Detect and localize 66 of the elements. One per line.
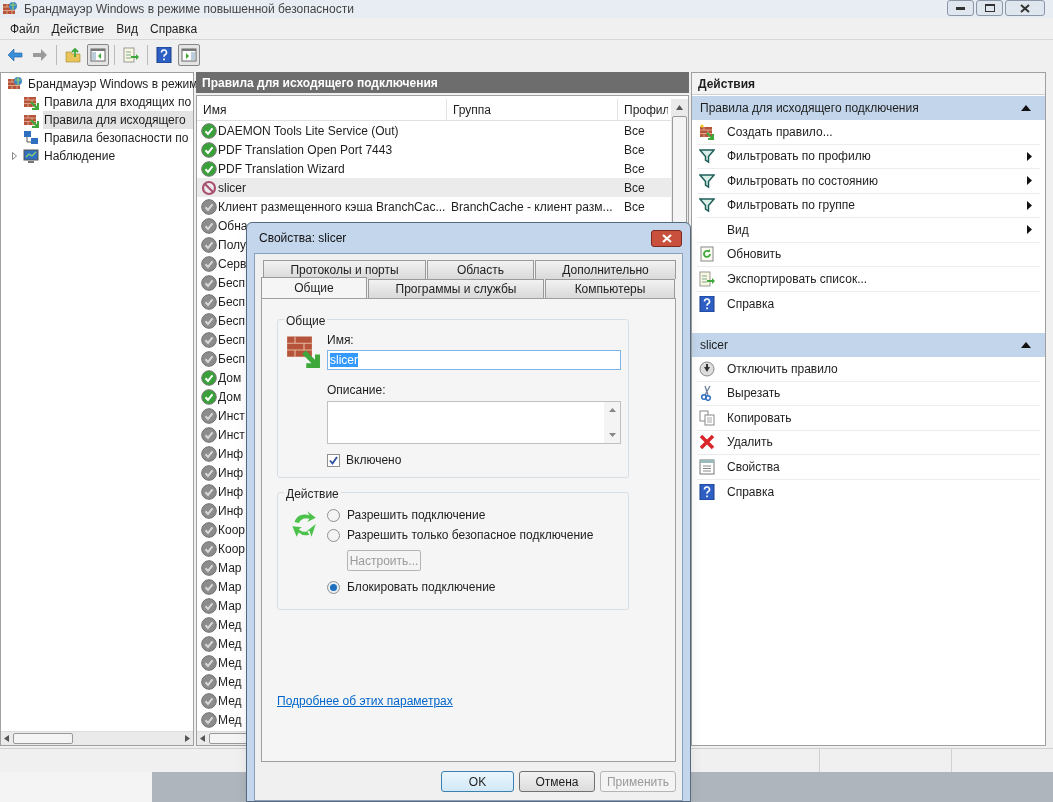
table-cell-text: PDF Translation Open Port 7443 xyxy=(218,141,393,159)
table-cell-text: Бесп xyxy=(218,350,246,368)
section-title: slicer xyxy=(700,337,728,354)
action-label: Отключить правило xyxy=(727,360,838,378)
action-label: Справка xyxy=(727,295,775,313)
radio-label: Разрешить подключение xyxy=(347,507,486,524)
action-label: Обновить xyxy=(727,246,782,264)
table-cell-text: Коор xyxy=(218,540,245,558)
action-label: Вид xyxy=(727,221,749,239)
table-cell-text: Бесп xyxy=(218,312,246,330)
panel-header: Правила для исходящего подключения xyxy=(196,72,689,93)
table-cell-text: PDF Translation Wizard xyxy=(218,160,345,178)
table-cell: Все xyxy=(624,123,645,138)
table-cell: Все xyxy=(624,180,645,195)
table-cell-text: Мар xyxy=(218,559,242,577)
field-label: Имя: xyxy=(327,332,355,349)
action-label: Удалить xyxy=(727,434,773,452)
table-cell: Все xyxy=(624,161,645,176)
table-cell-text: Дом xyxy=(218,369,242,387)
table-cell-text: Мар xyxy=(218,578,242,596)
table-cell-text: Серв xyxy=(218,255,247,273)
action-label: Вырезать xyxy=(727,385,781,403)
table-cell-text: Бесп xyxy=(218,331,246,349)
table-cell-text: Инф xyxy=(218,464,244,482)
radio-label: Блокировать подключение xyxy=(347,579,496,596)
table-cell: Все xyxy=(624,199,645,214)
table-cell-text: Мед xyxy=(218,616,242,634)
action-label: Справка xyxy=(727,483,775,501)
table-cell-text: Инст xyxy=(218,426,245,444)
window-title: Брандмауэр Windows в режиме повышенной безопасности xyxy=(24,1,354,18)
section-title: Правила для исходящего подключения xyxy=(700,100,919,117)
checkbox-label: Включено xyxy=(346,452,402,469)
table-cell-text: Мед xyxy=(218,673,242,691)
table-cell-text: slicer xyxy=(218,179,246,197)
group-label: Действие xyxy=(284,485,341,503)
action-label: Фильтровать по группе xyxy=(727,197,855,215)
action-label: Создать правило... xyxy=(727,123,833,141)
action-label: Экспортировать список... xyxy=(727,270,868,288)
action-label: Фильтровать по профилю xyxy=(727,148,871,166)
table-cell-text: Мед xyxy=(218,654,242,672)
table-cell-text: Мед xyxy=(218,711,242,729)
table-cell: BranchCache - клиент разм... xyxy=(451,199,613,214)
table-cell-text: Инф xyxy=(218,502,244,520)
table-cell-text: Инст xyxy=(218,407,245,425)
table-cell-text: Мед xyxy=(218,635,242,653)
table-cell-text: Инф xyxy=(218,483,244,501)
table-cell-text: Полу xyxy=(218,236,247,254)
table-cell-text: Мар xyxy=(218,597,242,615)
table-cell: Все xyxy=(624,142,645,157)
panel-header: Действия xyxy=(692,73,1045,95)
table-cell-text: Клиент размещенного кэша BranchCac... xyxy=(218,198,446,216)
table-cell-text: Бесп xyxy=(218,274,246,292)
table-cell-text: Инф xyxy=(218,445,244,463)
action-label: Свойства xyxy=(727,458,780,476)
field-label: Описание: xyxy=(327,382,387,399)
table-cell-text: DAEMON Tools Lite Service (Out) xyxy=(218,122,399,140)
table-cell-text: Бесп xyxy=(218,293,246,311)
table-cell-text: Обна xyxy=(218,217,248,235)
table-cell-text: Коор xyxy=(218,521,245,539)
table-cell-text: Мед xyxy=(218,692,242,710)
dialog-title: Свойства: slicer xyxy=(259,230,347,247)
action-label: Копировать xyxy=(727,409,792,427)
group-label: Общие xyxy=(284,312,328,330)
table-cell-text: Дом xyxy=(218,388,242,406)
radio-label: Разрешить только безопасное подключение xyxy=(347,527,594,544)
action-label: Фильтровать по состоянию xyxy=(727,172,878,190)
